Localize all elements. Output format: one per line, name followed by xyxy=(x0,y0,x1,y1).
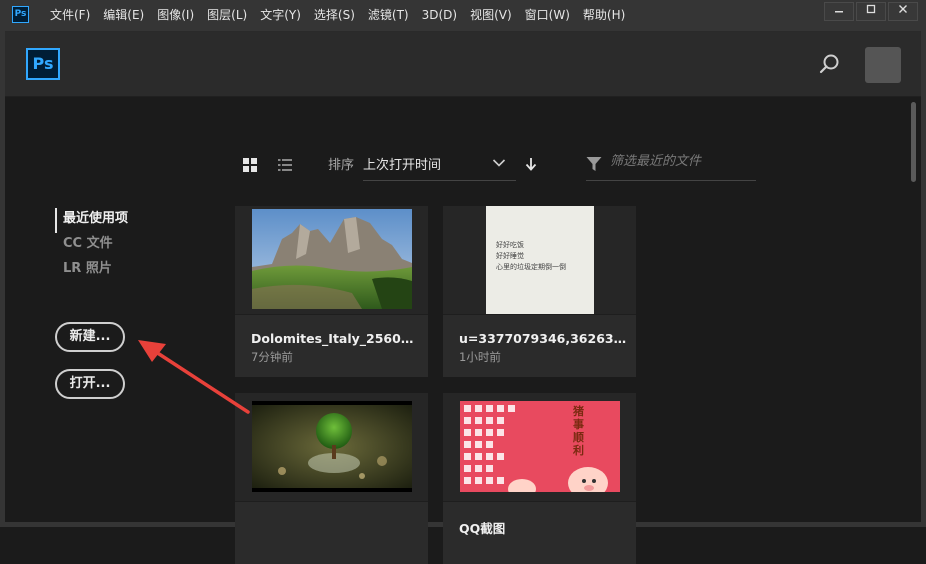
close-icon[interactable] xyxy=(888,2,918,21)
chevron-down-icon xyxy=(492,159,506,167)
sort-dropdown[interactable]: 上次打开时间 xyxy=(363,150,516,181)
nav-item-lr-photos[interactable]: LR 照片 xyxy=(55,258,128,283)
menu-type[interactable]: 文字(Y) xyxy=(260,0,301,31)
filter-box xyxy=(586,150,756,181)
avatar[interactable] xyxy=(865,47,901,83)
window-frame-right xyxy=(921,31,926,527)
note-line: 心里的垃圾定期倒一倒 xyxy=(496,263,566,271)
search-icon[interactable] xyxy=(818,52,842,76)
open-button[interactable]: 打开... xyxy=(55,369,125,399)
filter-input[interactable] xyxy=(610,154,750,169)
menu-edit[interactable]: 编辑(E) xyxy=(103,0,144,31)
sort-label: 排序 xyxy=(328,158,355,173)
file-card[interactable]: Dolomites_Italy_2560x1600.jpg 7分钟前 xyxy=(235,206,428,377)
file-card[interactable]: 好好吃饭 好好睡觉 心里的垃圾定期倒一倒 u=3377079346,362636… xyxy=(443,206,636,377)
wallpaper-text: 猪事顺利 xyxy=(573,405,584,457)
tree-bubble-image xyxy=(252,401,412,492)
scrollbar[interactable] xyxy=(909,98,917,522)
menu-3d[interactable]: 3D(D) xyxy=(422,0,457,31)
list-view-icon[interactable] xyxy=(278,158,292,172)
file-thumbnail: 猪事顺利 xyxy=(443,393,636,502)
file-name: QQ截图 xyxy=(459,521,506,536)
text-note-image: 好好吃饭 好好睡觉 心里的垃圾定期倒一倒 xyxy=(486,206,594,314)
window-frame-left xyxy=(0,31,5,527)
minimize-icon[interactable] xyxy=(824,2,854,21)
sort-value: 上次打开时间 xyxy=(363,158,442,173)
filter-icon xyxy=(586,157,602,171)
file-thumbnail xyxy=(235,206,428,315)
sidebar-nav: 最近使用项 CC 文件 LR 照片 xyxy=(55,208,128,283)
menu-select[interactable]: 选择(S) xyxy=(314,0,355,31)
menu-list: 文件(F) 编辑(E) 图像(I) 图层(L) 文字(Y) 选择(S) 滤镜(T… xyxy=(50,0,638,31)
menu-bar: Ps 文件(F) 编辑(E) 图像(I) 图层(L) 文字(Y) 选择(S) 滤… xyxy=(0,0,926,32)
file-card[interactable]: 猪事顺利 QQ截图 xyxy=(443,393,636,564)
menu-window[interactable]: 窗口(W) xyxy=(525,0,570,31)
note-line: 好好睡觉 xyxy=(496,252,524,260)
menu-file[interactable]: 文件(F) xyxy=(50,0,90,31)
desktop-screenshot-image xyxy=(460,401,620,492)
file-card[interactable] xyxy=(235,393,428,564)
grid-view-icon[interactable] xyxy=(243,158,257,172)
note-line: 好好吃饭 xyxy=(496,241,524,249)
files-toolbar: 排序 上次打开时间 xyxy=(235,150,760,181)
file-name: Dolomites_Italy_2560x1600.jpg xyxy=(251,331,421,346)
menu-layer[interactable]: 图层(L) xyxy=(207,0,247,31)
file-thumbnail: 好好吃饭 好好睡觉 心里的垃圾定期倒一倒 xyxy=(443,206,636,315)
photoshop-app-icon: Ps xyxy=(12,6,29,23)
menu-help[interactable]: 帮助(H) xyxy=(583,0,625,31)
new-button[interactable]: 新建... xyxy=(55,322,125,352)
annotation-arrow-icon xyxy=(138,340,250,414)
file-name: u=3377079346,362636006... xyxy=(459,331,629,346)
nav-item-recent[interactable]: 最近使用项 xyxy=(55,208,128,233)
file-time: 1小时前 xyxy=(459,350,501,364)
window-controls xyxy=(822,2,918,21)
menu-image[interactable]: 图像(I) xyxy=(157,0,194,31)
scrollbar-thumb[interactable] xyxy=(911,102,916,182)
mountain-landscape-image xyxy=(252,209,412,309)
menu-filter[interactable]: 滤镜(T) xyxy=(368,0,409,31)
sort-direction-icon[interactable] xyxy=(525,157,537,171)
maximize-icon[interactable] xyxy=(856,2,886,21)
photoshop-logo: Ps xyxy=(26,48,60,80)
home-header: Ps xyxy=(5,32,921,97)
nav-item-cc-files[interactable]: CC 文件 xyxy=(55,233,128,258)
file-thumbnail xyxy=(235,393,428,502)
menu-view[interactable]: 视图(V) xyxy=(470,0,512,31)
